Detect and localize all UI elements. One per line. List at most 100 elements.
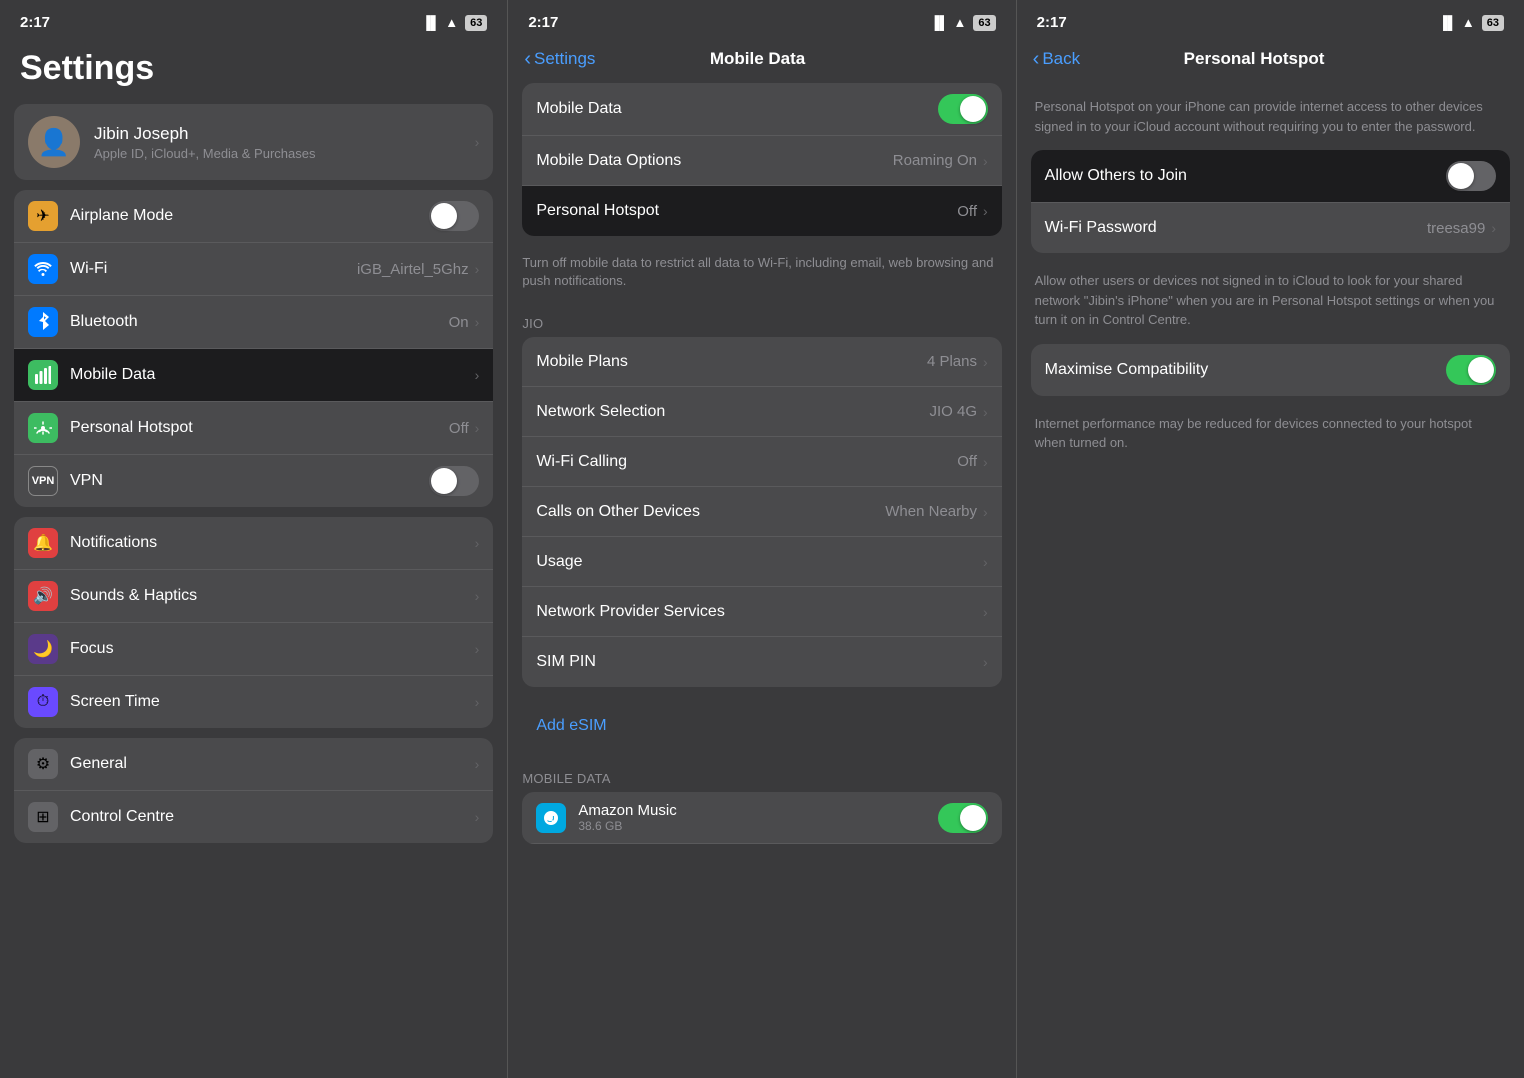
network-selection-row[interactable]: Network Selection JIO 4G ›: [522, 387, 1001, 437]
screentime-row[interactable]: ⏱ Screen Time ›: [14, 676, 493, 728]
personal-hotspot-row[interactable]: Personal Hotspot Off ›: [14, 402, 493, 455]
allow-others-group: Allow Others to Join Wi-Fi Password tree…: [1031, 150, 1510, 253]
wifi-calling-value: Off: [957, 453, 977, 470]
time-3: 2:17: [1037, 14, 1067, 31]
network-provider-row[interactable]: Network Provider Services ›: [522, 587, 1001, 637]
bluetooth-icon: [28, 307, 58, 337]
status-bar-3: 2:17 ▐▌ ▲ 63: [1017, 0, 1524, 39]
mobile-data-apps-group: Amazon Music 38.6 GB: [522, 792, 1001, 844]
hotspot-description: Personal Hotspot on your iPhone can prov…: [1017, 83, 1524, 150]
compat-footer: Internet performance may be reduced for …: [1017, 406, 1524, 467]
notifications-chevron-icon: ›: [475, 535, 480, 551]
sounds-chevron-icon: ›: [475, 588, 480, 604]
sim-pin-chevron: ›: [983, 654, 988, 670]
maximise-compat-label: Maximise Compatibility: [1045, 361, 1438, 379]
status-icons-3: ▐▌ ▲ 63: [1438, 15, 1504, 31]
back-label-3: Back: [1042, 49, 1080, 69]
notifications-group: 🔔 Notifications › 🔊 Sounds & Haptics › 🌙…: [14, 517, 493, 728]
mobile-data-top-group: Mobile Data Mobile Data Options Roaming …: [522, 83, 1001, 236]
wifi-chevron-icon: ›: [475, 261, 480, 277]
jio-group: Mobile Plans 4 Plans › Network Selection…: [522, 337, 1001, 687]
personal-hotspot-label: Personal Hotspot: [70, 419, 449, 437]
mobile-data-row[interactable]: Mobile Data ›: [14, 349, 493, 402]
focus-label: Focus: [70, 640, 475, 658]
back-button-3[interactable]: ‹ Back: [1033, 48, 1080, 71]
nav-title-3: Personal Hotspot: [1080, 49, 1428, 69]
profile-subtitle: Apple ID, iCloud+, Media & Purchases: [94, 146, 315, 161]
focus-row[interactable]: 🌙 Focus ›: [14, 623, 493, 676]
time-1: 2:17: [20, 14, 50, 31]
hotspot-content: Personal Hotspot on your iPhone can prov…: [1017, 83, 1524, 1078]
wifi-calling-label: Wi-Fi Calling: [536, 453, 957, 471]
sounds-row[interactable]: 🔊 Sounds & Haptics ›: [14, 570, 493, 623]
mobile-data-options-label: Mobile Data Options: [536, 152, 892, 170]
signal-icon-3: ▐▌: [1438, 15, 1456, 30]
usage-row[interactable]: Usage ›: [522, 537, 1001, 587]
status-icons-1: ▐▌ ▲ 63: [422, 15, 488, 31]
general-group: ⚙ General › ⊞ Control Centre ›: [14, 738, 493, 843]
amazon-music-size: 38.6 GB: [578, 819, 929, 833]
mobile-data-main-toggle[interactable]: [938, 94, 988, 124]
avatar: 👤: [28, 116, 80, 168]
vpn-toggle[interactable]: [429, 466, 479, 496]
airplane-mode-row[interactable]: ✈ Airplane Mode: [14, 190, 493, 243]
allow-others-row[interactable]: Allow Others to Join: [1031, 150, 1510, 203]
profile-row[interactable]: 👤 Jibin Joseph Apple ID, iCloud+, Media …: [14, 104, 493, 180]
control-centre-icon: ⊞: [28, 802, 58, 832]
personal-hotspot-value: Off: [449, 420, 469, 437]
battery-2: 63: [973, 15, 995, 31]
mobile-plans-row[interactable]: Mobile Plans 4 Plans ›: [522, 337, 1001, 387]
maximise-compat-toggle[interactable]: [1446, 355, 1496, 385]
mobile-data-toggle-label: Mobile Data: [536, 100, 929, 118]
general-row[interactable]: ⚙ General ›: [14, 738, 493, 791]
personal-hotspot-label-2: Personal Hotspot: [536, 202, 957, 220]
focus-chevron-icon: ›: [475, 641, 480, 657]
add-esim-button[interactable]: Add eSIM: [522, 705, 1001, 747]
mobile-data-content: Mobile Data Mobile Data Options Roaming …: [508, 83, 1015, 1078]
sim-pin-row[interactable]: SIM PIN ›: [522, 637, 1001, 687]
hotspot-footer: Allow other users or devices not signed …: [1017, 263, 1524, 344]
sounds-label: Sounds & Haptics: [70, 587, 475, 605]
notifications-row[interactable]: 🔔 Notifications ›: [14, 517, 493, 570]
personal-hotspot-row-2[interactable]: Personal Hotspot Off ›: [522, 186, 1001, 236]
wifi-icon-3: ▲: [1462, 15, 1475, 30]
network-selection-label: Network Selection: [536, 403, 929, 421]
vpn-row[interactable]: VPN VPN: [14, 455, 493, 507]
mobile-data-options-row[interactable]: Mobile Data Options Roaming On ›: [522, 136, 1001, 186]
airplane-toggle[interactable]: [429, 201, 479, 231]
status-bar-1: 2:17 ▐▌ ▲ 63: [0, 0, 507, 39]
wifi-password-value: treesa99: [1427, 220, 1485, 237]
nav-bar-2: ‹ Settings Mobile Data: [508, 39, 1015, 83]
back-label-2: Settings: [534, 49, 595, 69]
amazon-music-icon: [536, 803, 566, 833]
bluetooth-row[interactable]: Bluetooth On ›: [14, 296, 493, 349]
maximise-compat-row[interactable]: Maximise Compatibility: [1031, 344, 1510, 396]
amazon-music-toggle[interactable]: [938, 803, 988, 833]
allow-others-toggle[interactable]: [1446, 161, 1496, 191]
mobile-data-options-value: Roaming On: [893, 152, 977, 169]
battery-3: 63: [1482, 15, 1504, 31]
wifi-icon: [28, 254, 58, 284]
amazon-music-name: Amazon Music: [578, 802, 929, 819]
vpn-icon: VPN: [28, 466, 58, 496]
network-provider-chevron: ›: [983, 604, 988, 620]
wifi-row[interactable]: Wi-Fi iGB_Airtel_5Ghz ›: [14, 243, 493, 296]
time-2: 2:17: [528, 14, 558, 31]
mobile-data-toggle-row[interactable]: Mobile Data: [522, 83, 1001, 136]
wifi-calling-row[interactable]: Wi-Fi Calling Off ›: [522, 437, 1001, 487]
mobile-data-icon: [28, 360, 58, 390]
network-selection-value: JIO 4G: [929, 403, 977, 420]
panel-2-mobile-data: 2:17 ▐▌ ▲ 63 ‹ Settings Mobile Data Mobi…: [507, 0, 1015, 1078]
back-chevron-icon-2: ‹: [524, 48, 531, 71]
profile-chevron-icon: ›: [475, 134, 480, 150]
control-centre-row[interactable]: ⊞ Control Centre ›: [14, 791, 493, 843]
calls-other-devices-row[interactable]: Calls on Other Devices When Nearby ›: [522, 487, 1001, 537]
wifi-icon-2: ▲: [954, 15, 967, 30]
signal-icon-2: ▐▌: [930, 15, 948, 30]
bluetooth-label: Bluetooth: [70, 313, 449, 331]
amazon-music-row[interactable]: Amazon Music 38.6 GB: [522, 792, 1001, 844]
back-button-2[interactable]: ‹ Settings: [524, 48, 595, 71]
wifi-password-row[interactable]: Wi-Fi Password treesa99 ›: [1031, 203, 1510, 253]
profile-name: Jibin Joseph: [94, 124, 315, 144]
general-chevron-icon: ›: [475, 756, 480, 772]
